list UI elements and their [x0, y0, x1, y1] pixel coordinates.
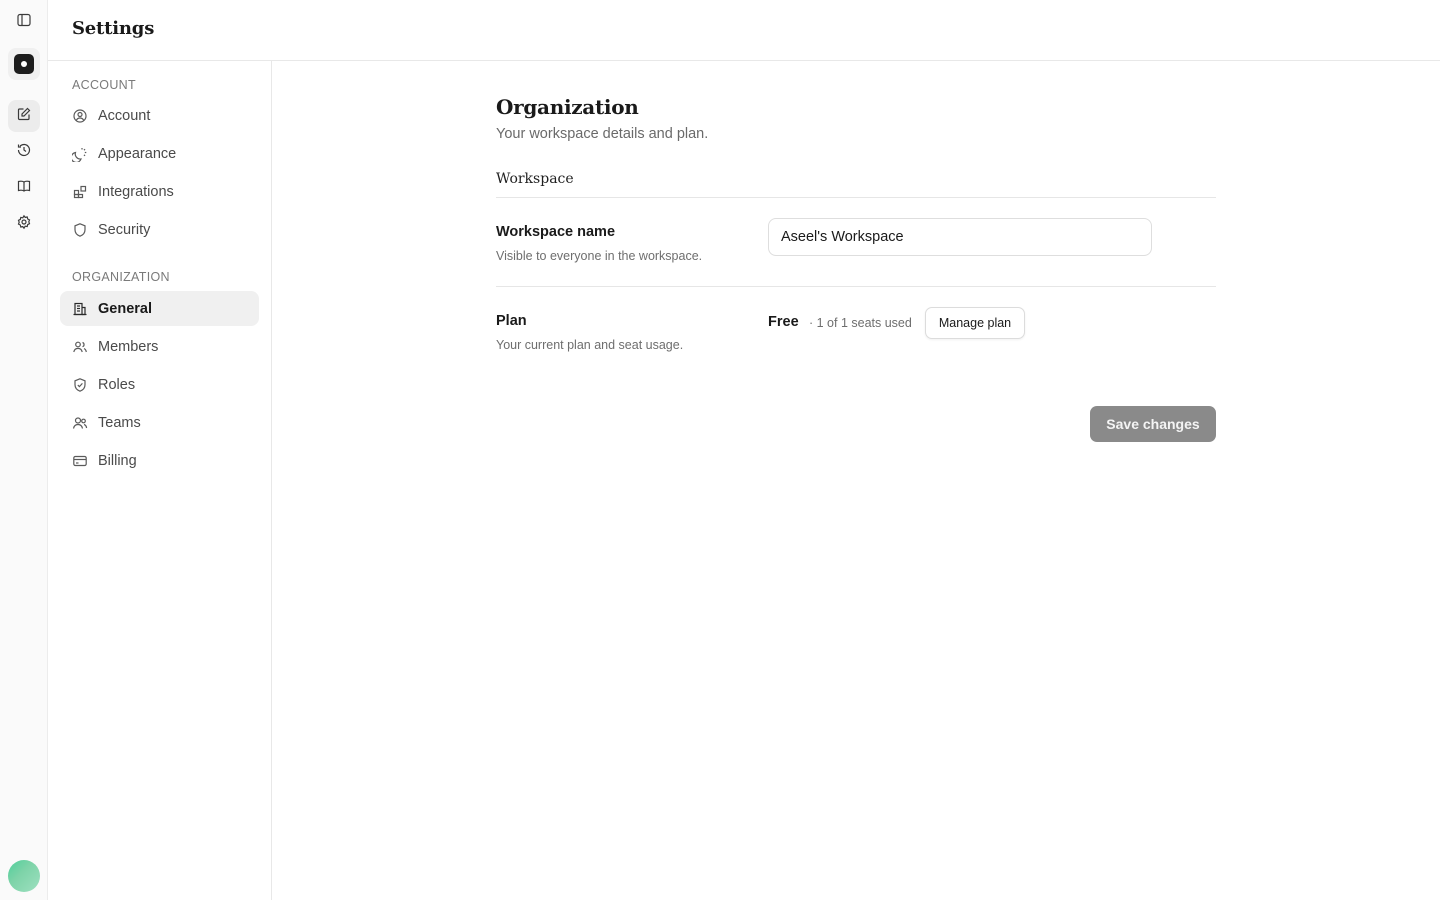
icon-rail — [0, 0, 48, 900]
settings-sidebar: ACCOUNT Account Appearance Integrations … — [48, 61, 272, 900]
workspace-name-description: Visible to everyone in the workspace. — [496, 249, 703, 263]
plan-name: Free — [768, 314, 799, 330]
section-title: Organization — [496, 95, 639, 119]
sidebar-item-appearance[interactable]: Appearance — [60, 136, 259, 171]
workspace-name-label: Workspace name — [496, 224, 616, 240]
sidebar-item-roles[interactable]: Roles — [60, 367, 259, 402]
history-icon — [16, 142, 32, 163]
history-button[interactable] — [8, 136, 40, 168]
sidebar-item-general[interactable]: General — [60, 291, 259, 326]
sidebar-toggle-button[interactable] — [8, 6, 40, 38]
sidebar-item-label: Integrations — [98, 183, 174, 200]
sidebar-item-billing[interactable]: Billing — [60, 443, 259, 478]
gear-icon — [16, 214, 32, 235]
sidebar-item-label: Account — [98, 107, 151, 124]
workspace-switcher[interactable] — [8, 48, 40, 80]
page-title: Settings — [72, 18, 155, 39]
sidebar-toggle-icon — [16, 12, 32, 33]
user-circle-icon — [72, 108, 88, 124]
shield-icon — [72, 222, 88, 238]
main-content: Organization Your workspace details and … — [272, 61, 1440, 900]
divider — [496, 197, 1216, 198]
book-icon — [16, 178, 32, 199]
sun-moon-icon — [72, 146, 88, 162]
workspace-name-input[interactable] — [768, 218, 1152, 256]
building-icon — [72, 301, 88, 317]
workspace-heading: Workspace — [496, 171, 574, 187]
settings-button[interactable] — [8, 208, 40, 240]
sidebar-item-label: Roles — [98, 376, 136, 393]
divider — [496, 286, 1216, 287]
avatar[interactable] — [8, 860, 40, 892]
shield-check-icon — [72, 377, 88, 393]
section-label-organization: ORGANIZATION — [72, 270, 170, 284]
sidebar-item-label: Teams — [98, 414, 141, 431]
manage-plan-button[interactable]: Manage plan — [925, 307, 1025, 339]
section-label-account: ACCOUNT — [72, 78, 136, 92]
sidebar-item-security[interactable]: Security — [60, 212, 259, 247]
credit-card-icon — [72, 453, 88, 469]
workspace-logo-icon — [14, 54, 34, 74]
page-header: Settings — [48, 0, 1440, 61]
blocks-icon — [72, 184, 88, 200]
users-icon — [72, 339, 88, 355]
sidebar-item-label: Members — [98, 338, 159, 355]
seat-usage: · 1 of 1 seats used — [809, 316, 912, 330]
sidebar-item-label: Appearance — [98, 145, 177, 162]
sidebar-item-label: Billing — [98, 452, 137, 469]
sidebar-item-label: Security — [98, 221, 151, 238]
plan-label: Plan — [496, 313, 527, 329]
section-subtitle: Your workspace details and plan. — [496, 126, 709, 142]
sidebar-item-teams[interactable]: Teams — [60, 405, 259, 440]
compose-button[interactable] — [8, 100, 40, 132]
sidebar-item-members[interactable]: Members — [60, 329, 259, 364]
plan-description: Your current plan and seat usage. — [496, 338, 684, 352]
save-changes-button[interactable]: Save changes — [1090, 406, 1216, 442]
sidebar-item-account[interactable]: Account — [60, 98, 259, 133]
compose-icon — [16, 106, 32, 127]
sidebar-item-integrations[interactable]: Integrations — [60, 174, 259, 209]
sidebar-item-label: General — [98, 300, 152, 317]
docs-button[interactable] — [8, 172, 40, 204]
team-icon — [72, 415, 88, 431]
